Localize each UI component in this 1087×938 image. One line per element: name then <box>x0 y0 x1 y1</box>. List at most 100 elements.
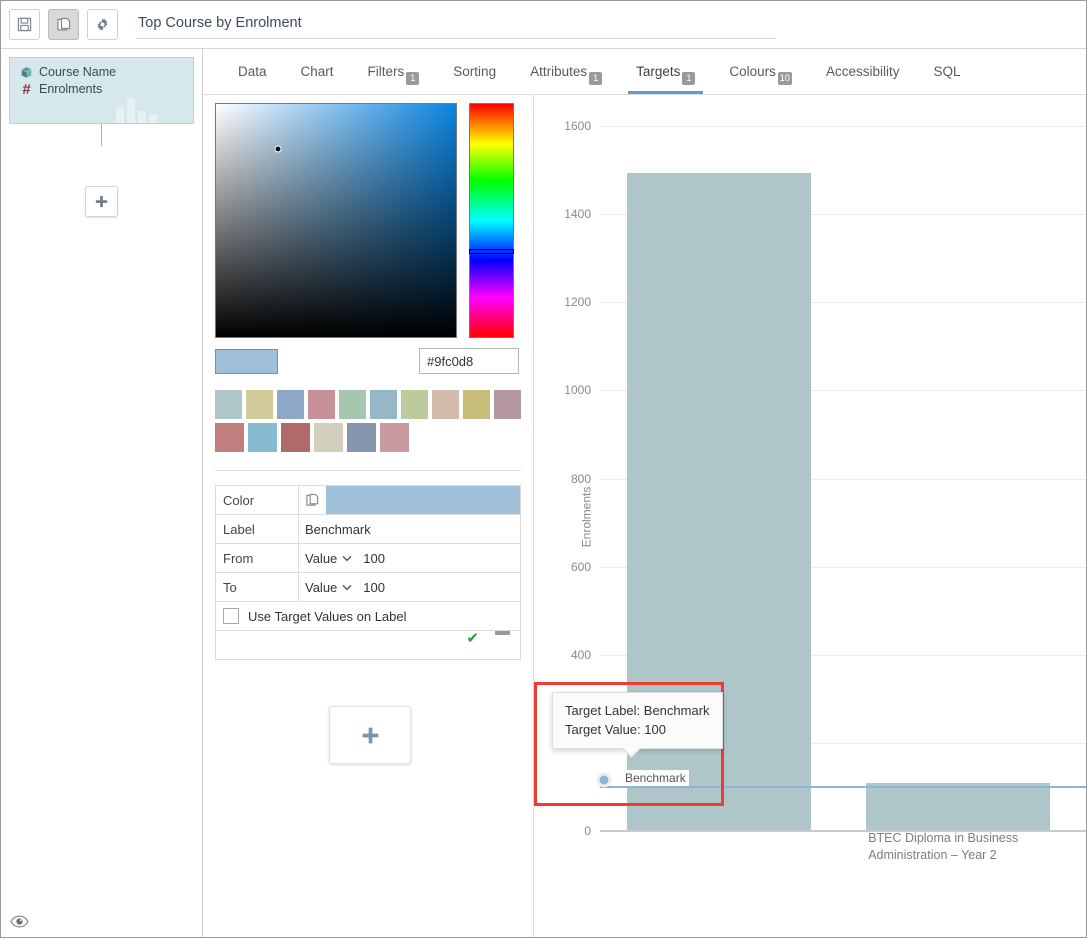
tab-bar: Data Chart Filters 1 Sorting Attributes … <box>203 49 1086 95</box>
palette-swatch[interactable] <box>494 390 521 419</box>
palette-swatch[interactable] <box>215 423 244 452</box>
y-axis-tick-label: 800 <box>570 471 591 486</box>
chart-title-input[interactable] <box>136 10 776 39</box>
y-axis-tick-label: 1400 <box>564 207 591 222</box>
y-axis-tick-label: 600 <box>570 559 591 574</box>
target-properties-table: Color Label Benchmark From Value 100 To … <box>215 485 521 660</box>
tab-colours[interactable]: Colours 10 <box>712 49 809 94</box>
hue-slider[interactable] <box>469 103 514 338</box>
y-axis-tick-label: 1600 <box>564 119 591 133</box>
palette-swatch[interactable] <box>314 423 343 452</box>
node-connector <box>101 124 102 146</box>
sv-cursor-handle[interactable] <box>274 145 282 153</box>
tab-chart[interactable]: Chart <box>284 49 351 94</box>
palette-swatch[interactable] <box>380 423 409 452</box>
add-node-button[interactable] <box>85 186 118 217</box>
property-value: Value 100 <box>299 544 520 572</box>
property-row-checkbox: Use Target Values on Label <box>216 602 520 631</box>
palette-swatch[interactable] <box>308 390 335 419</box>
tab-targets[interactable]: Targets 1 <box>619 49 712 94</box>
tooltip-line-1: Target Label: Benchmark <box>565 702 710 718</box>
tab-data[interactable]: Data <box>221 49 284 94</box>
target-line[interactable] <box>600 785 1086 788</box>
hue-slider-handle[interactable] <box>469 249 514 254</box>
palette-swatch[interactable] <box>401 390 428 419</box>
save-button[interactable] <box>9 9 40 40</box>
left-sidebar: Course Name # Enrolments <box>1 49 203 937</box>
palette-row-1 <box>215 390 521 419</box>
chevron-down-icon <box>342 584 352 590</box>
color-preview-swatch <box>215 348 278 374</box>
tab-label: Sorting <box>453 64 497 79</box>
y-axis-tick-label: 400 <box>570 647 591 662</box>
tooltip-line-2: Target Value: 100 <box>565 721 666 737</box>
to-value[interactable]: 100 <box>363 580 385 595</box>
x-axis-labels: BTEC Diploma in Business Administration … <box>600 830 1086 930</box>
property-row-actions: ✔ <box>216 631 520 660</box>
use-target-values-checkbox[interactable] <box>223 608 239 624</box>
targets-editor-pane: Color <box>203 95 534 937</box>
from-type-select[interactable]: Value <box>305 551 352 566</box>
save-icon <box>17 17 32 32</box>
tab-label: SQL <box>933 64 961 79</box>
palette-swatch[interactable] <box>463 390 490 419</box>
palette-swatch[interactable] <box>277 390 304 419</box>
property-value[interactable]: Benchmark <box>299 515 520 543</box>
eye-icon <box>9 914 29 928</box>
x-axis-tick-label: BTEC Diploma in Business Administration … <box>868 831 1019 862</box>
remove-target-button[interactable] <box>495 631 510 635</box>
palette-swatch[interactable] <box>339 390 366 419</box>
use-target-values-label: Use Target Values on Label <box>248 608 407 624</box>
tab-sql[interactable]: SQL <box>916 49 977 94</box>
tab-label: Accessibility <box>825 64 900 79</box>
target-line-handle[interactable] <box>596 772 612 788</box>
cube-icon <box>21 66 32 78</box>
tab-sorting[interactable]: Sorting <box>436 49 513 94</box>
from-type-value: Value <box>305 550 338 566</box>
bar[interactable] <box>866 782 1051 832</box>
palette-swatch[interactable] <box>432 390 459 419</box>
property-key: From <box>216 544 299 572</box>
palette-swatch[interactable] <box>370 390 397 419</box>
tab-filters[interactable]: Filters 1 <box>351 49 437 94</box>
palette-swatch[interactable] <box>248 423 277 452</box>
dataset-card[interactable]: Course Name # Enrolments <box>9 57 194 124</box>
palette-swatch[interactable] <box>347 423 376 452</box>
palette-swatches <box>215 390 521 471</box>
hex-color-input[interactable] <box>419 348 519 374</box>
tab-label: Filters <box>367 64 405 79</box>
copy-button[interactable] <box>48 9 79 40</box>
tab-accessibility[interactable]: Accessibility <box>809 49 917 94</box>
from-value[interactable]: 100 <box>363 551 385 566</box>
use-target-values-row: Use Target Values on Label <box>216 602 520 630</box>
saturation-value-field[interactable] <box>215 103 457 338</box>
content-area: Data Chart Filters 1 Sorting Attributes … <box>203 49 1086 937</box>
copy-icon <box>56 17 70 31</box>
tab-label: Colours <box>729 64 776 79</box>
add-target-button[interactable] <box>329 706 411 764</box>
tab-label: Data <box>238 64 267 79</box>
color-picker <box>203 103 533 338</box>
palette-row-2 <box>215 423 521 452</box>
top-toolbar <box>1 1 1086 49</box>
dimension-label: Course Name <box>39 65 117 79</box>
tab-badge: 1 <box>589 72 603 85</box>
tab-badge: 1 <box>682 72 696 85</box>
confirm-target-button[interactable]: ✔ <box>466 631 479 659</box>
property-row-label: Label Benchmark <box>216 515 520 544</box>
preview-toggle-button[interactable] <box>9 912 29 930</box>
property-row-to: To Value 100 <box>216 573 520 602</box>
palette-swatch[interactable] <box>246 390 273 419</box>
palette-swatch[interactable] <box>215 390 242 419</box>
tab-attributes[interactable]: Attributes 1 <box>513 49 619 94</box>
property-row-from: From Value 100 <box>216 544 520 573</box>
to-type-select[interactable]: Value <box>305 580 352 595</box>
target-label-value: Benchmark <box>305 521 371 537</box>
palette-swatch[interactable] <box>281 423 310 452</box>
settings-button[interactable] <box>87 9 118 40</box>
hash-icon: # <box>22 80 31 98</box>
target-color-swatch[interactable] <box>326 486 520 514</box>
target-line-label: Benchmark <box>622 769 689 786</box>
copy-color-button[interactable] <box>299 493 326 508</box>
target-tooltip: Target Label: Benchmark Target Value: 10… <box>552 691 723 749</box>
